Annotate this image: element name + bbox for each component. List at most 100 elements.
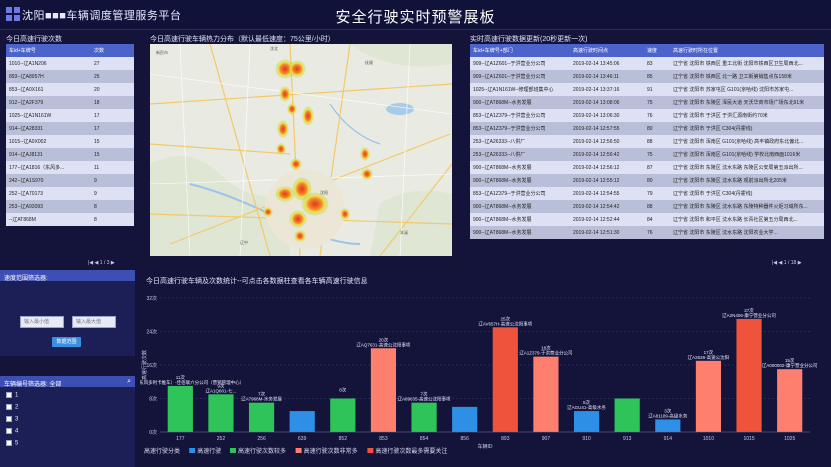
- next-page-icon[interactable]: ▶: [798, 260, 802, 266]
- table-row[interactable]: 242--辽A1S970 9: [6, 174, 134, 187]
- y-tick-label: 32次: [146, 295, 157, 302]
- legend-item[interactable]: 高速行驶次数最多需要关注: [375, 447, 447, 455]
- table-row[interactable]: 1015--辽A0X002 15: [6, 135, 134, 148]
- table-row[interactable]: 900--辽AT868M--水务发展 2019-02-14 12:55:12 80 辽…: [470, 174, 824, 187]
- col-header-vehicle[interactable]: 车id+车牌号: [6, 44, 91, 57]
- min-speed-input[interactable]: [20, 316, 64, 328]
- table-row[interactable]: 912--辽A2F379 18: [6, 96, 134, 109]
- heatmap-map[interactable]: 新民市 沈北 抚顺 沈阳 辽中 本溪: [150, 44, 452, 256]
- chart-bar[interactable]: [289, 411, 315, 432]
- search-icon[interactable]: ⌕: [127, 378, 131, 386]
- chart-bar[interactable]: [370, 348, 397, 432]
- range-query-button[interactable]: 数据范围: [52, 337, 81, 347]
- table-row[interactable]: 253--辽A93093 8: [6, 200, 134, 213]
- table-cell: 9: [91, 187, 134, 200]
- x-tick-label: 852: [339, 436, 348, 442]
- checkbox[interactable]: [6, 416, 12, 422]
- table-cell: 853--辽A0X161: [6, 83, 91, 96]
- vehicle-filter-title: 车辆编号筛选器: 全部: [4, 382, 62, 388]
- x-tick-label: 893: [501, 436, 510, 442]
- chart-bar[interactable]: [167, 385, 193, 432]
- table-row[interactable]: 900--辽AT868M--水务发展 2019-02-14 12:54:42 88 辽…: [470, 200, 824, 213]
- table-cell: 88: [644, 200, 670, 213]
- table-row[interactable]: 909--辽A1Z601--于洪营业分公司 2019-02-14 13:45:06…: [470, 57, 824, 70]
- col-header-location[interactable]: 高速行驶时所在位置: [670, 44, 824, 57]
- table-row[interactable]: 853--辽A1Z379--于洪营业分公司 2019-02-14 12:57:55…: [470, 122, 824, 135]
- checkbox[interactable]: [6, 440, 12, 446]
- x-tick-label: 853: [379, 436, 388, 442]
- chart-bar[interactable]: [330, 398, 356, 433]
- svg-text:沈北: 沈北: [270, 45, 278, 51]
- table-row[interactable]: 909--辽A1Z601--于洪营业分公司 2019-02-14 13:46:11…: [470, 70, 824, 83]
- bar-chart[interactable]: 0次8次16次24次32次高速行驶次数17711次辽A1S74（东风多利卡推车）…: [140, 284, 826, 464]
- checkbox[interactable]: [6, 392, 12, 398]
- table-cell: 2019-02-14 13:08:06: [570, 96, 644, 109]
- table-row[interactable]: 253--辽A26333--八供厂 2019-02-14 12:56:42 75 辽宁…: [470, 148, 824, 161]
- chart-bar[interactable]: [452, 406, 478, 432]
- x-axis-label: 车辆ID: [477, 443, 492, 450]
- legend-item[interactable]: 高速行驶: [197, 447, 221, 455]
- table-cell: 1025--辽A1N161W: [6, 109, 91, 122]
- chart-bar[interactable]: [777, 369, 803, 432]
- table-row[interactable]: 914--辽A28331 17: [6, 122, 134, 135]
- max-speed-input[interactable]: [72, 316, 116, 328]
- legend-item[interactable]: 高速行驶分类: [144, 447, 180, 455]
- chart-bar[interactable]: [208, 394, 234, 432]
- first-page-icon[interactable]: |◀: [88, 260, 93, 266]
- first-page-icon[interactable]: |◀: [772, 260, 777, 266]
- checkbox[interactable]: [6, 428, 12, 434]
- map-canvas: 新民市 沈北抚顺 沈阳辽中 本溪: [150, 44, 452, 256]
- table-row[interactable]: 1025--辽A1N161W 17: [6, 109, 134, 122]
- vehicle-checkbox-item[interactable]: 5: [6, 440, 18, 447]
- vehicle-checkbox-item[interactable]: 2: [6, 404, 18, 411]
- prev-page-icon[interactable]: ◀: [779, 260, 783, 266]
- vehicle-checkbox-item[interactable]: 3: [6, 416, 18, 423]
- table-row[interactable]: 253--辽A26333--八供厂 2019-02-14 12:56:50 88 辽宁…: [470, 135, 824, 148]
- table-row[interactable]: 177--辽A1816（东风多... 11: [6, 161, 134, 174]
- vehicle-filter-head: 车辆编号筛选器: 全部 ⌕: [0, 376, 135, 388]
- table-cell: 1015--辽A0X002: [6, 135, 91, 148]
- table-cell: 1025--辽A1N161W--修理部班集中心: [470, 83, 570, 96]
- col-header-vehicle-dept[interactable]: 车id+车牌号+部门: [470, 44, 570, 57]
- chart-bar[interactable]: [533, 356, 559, 432]
- table-cell: 252--辽A70173: [6, 187, 91, 200]
- prev-page-icon[interactable]: ◀: [95, 260, 99, 266]
- chart-bar[interactable]: [695, 360, 722, 432]
- chart-bar[interactable]: [655, 419, 681, 432]
- table-cell: 2019-02-14 13:06:30: [570, 109, 644, 122]
- table-row[interactable]: 900--辽AT868M--水务发展 2019-02-14 12:56:12 87 辽…: [470, 161, 824, 174]
- table-row[interactable]: 893--辽A8957H 25: [6, 70, 134, 83]
- table-row[interactable]: 252--辽A70173 9: [6, 187, 134, 200]
- chart-bar[interactable]: [411, 402, 437, 432]
- chart-bar[interactable]: [492, 327, 518, 432]
- checkbox[interactable]: [6, 404, 12, 410]
- table-cell: 辽宁省 沈阳市 于洪区 C304(丹霍线): [670, 187, 824, 200]
- col-header-time[interactable]: 高速行驶时间点: [570, 44, 644, 57]
- table-row[interactable]: 900--辽AT868M--水务发展 2019-02-14 13:08:06 75 辽…: [470, 96, 824, 109]
- next-page-icon[interactable]: ▶: [111, 260, 115, 266]
- col-header-speed[interactable]: 速度: [644, 44, 670, 57]
- vehicle-checkbox-item[interactable]: 4: [6, 428, 18, 435]
- table-row[interactable]: 853--辽A0X161 20: [6, 83, 134, 96]
- table-row[interactable]: 900--辽AT868M--水务发展 2019-02-14 12:51:30 76 辽…: [470, 226, 824, 239]
- svg-text:新民市: 新民市: [156, 49, 168, 55]
- table-row[interactable]: 1025--辽A1N161W--修理部班集中心 2019-02-14 13:37:…: [470, 83, 824, 96]
- table-row[interactable]: 1010--辽A1N206 27: [6, 57, 134, 70]
- left-pagination[interactable]: |◀ ◀ 1 / 3 ▶: [88, 260, 115, 266]
- right-pagination[interactable]: |◀ ◀ 1 / 18 ▶: [772, 260, 802, 266]
- vehicle-checkbox-item[interactable]: 1: [6, 392, 18, 399]
- chart-bar[interactable]: [573, 411, 600, 432]
- table-row[interactable]: --辽AT868M 8: [6, 213, 134, 226]
- table-row[interactable]: 900--辽AT868M--水务发展 2019-02-14 12:52:44 84 辽…: [470, 213, 824, 226]
- chart-bar[interactable]: [736, 318, 762, 432]
- legend-item[interactable]: 高速行驶次数较多: [238, 447, 286, 455]
- chart-bar[interactable]: [248, 402, 275, 432]
- table-row[interactable]: 914--辽AJ8131 15: [6, 148, 134, 161]
- col-header-count[interactable]: 次数: [91, 44, 134, 57]
- legend-item[interactable]: 高速行驶次数非常多: [304, 447, 358, 455]
- checkbox-label: 3: [15, 416, 19, 423]
- legend-swatch: [230, 448, 236, 453]
- table-row[interactable]: 853--辽A1Z379--于洪营业分公司 2019-02-14 12:54:55…: [470, 187, 824, 200]
- chart-bar[interactable]: [614, 398, 640, 433]
- table-row[interactable]: 853--辽A1Z379--于洪营业分公司 2019-02-14 13:06:30…: [470, 109, 824, 122]
